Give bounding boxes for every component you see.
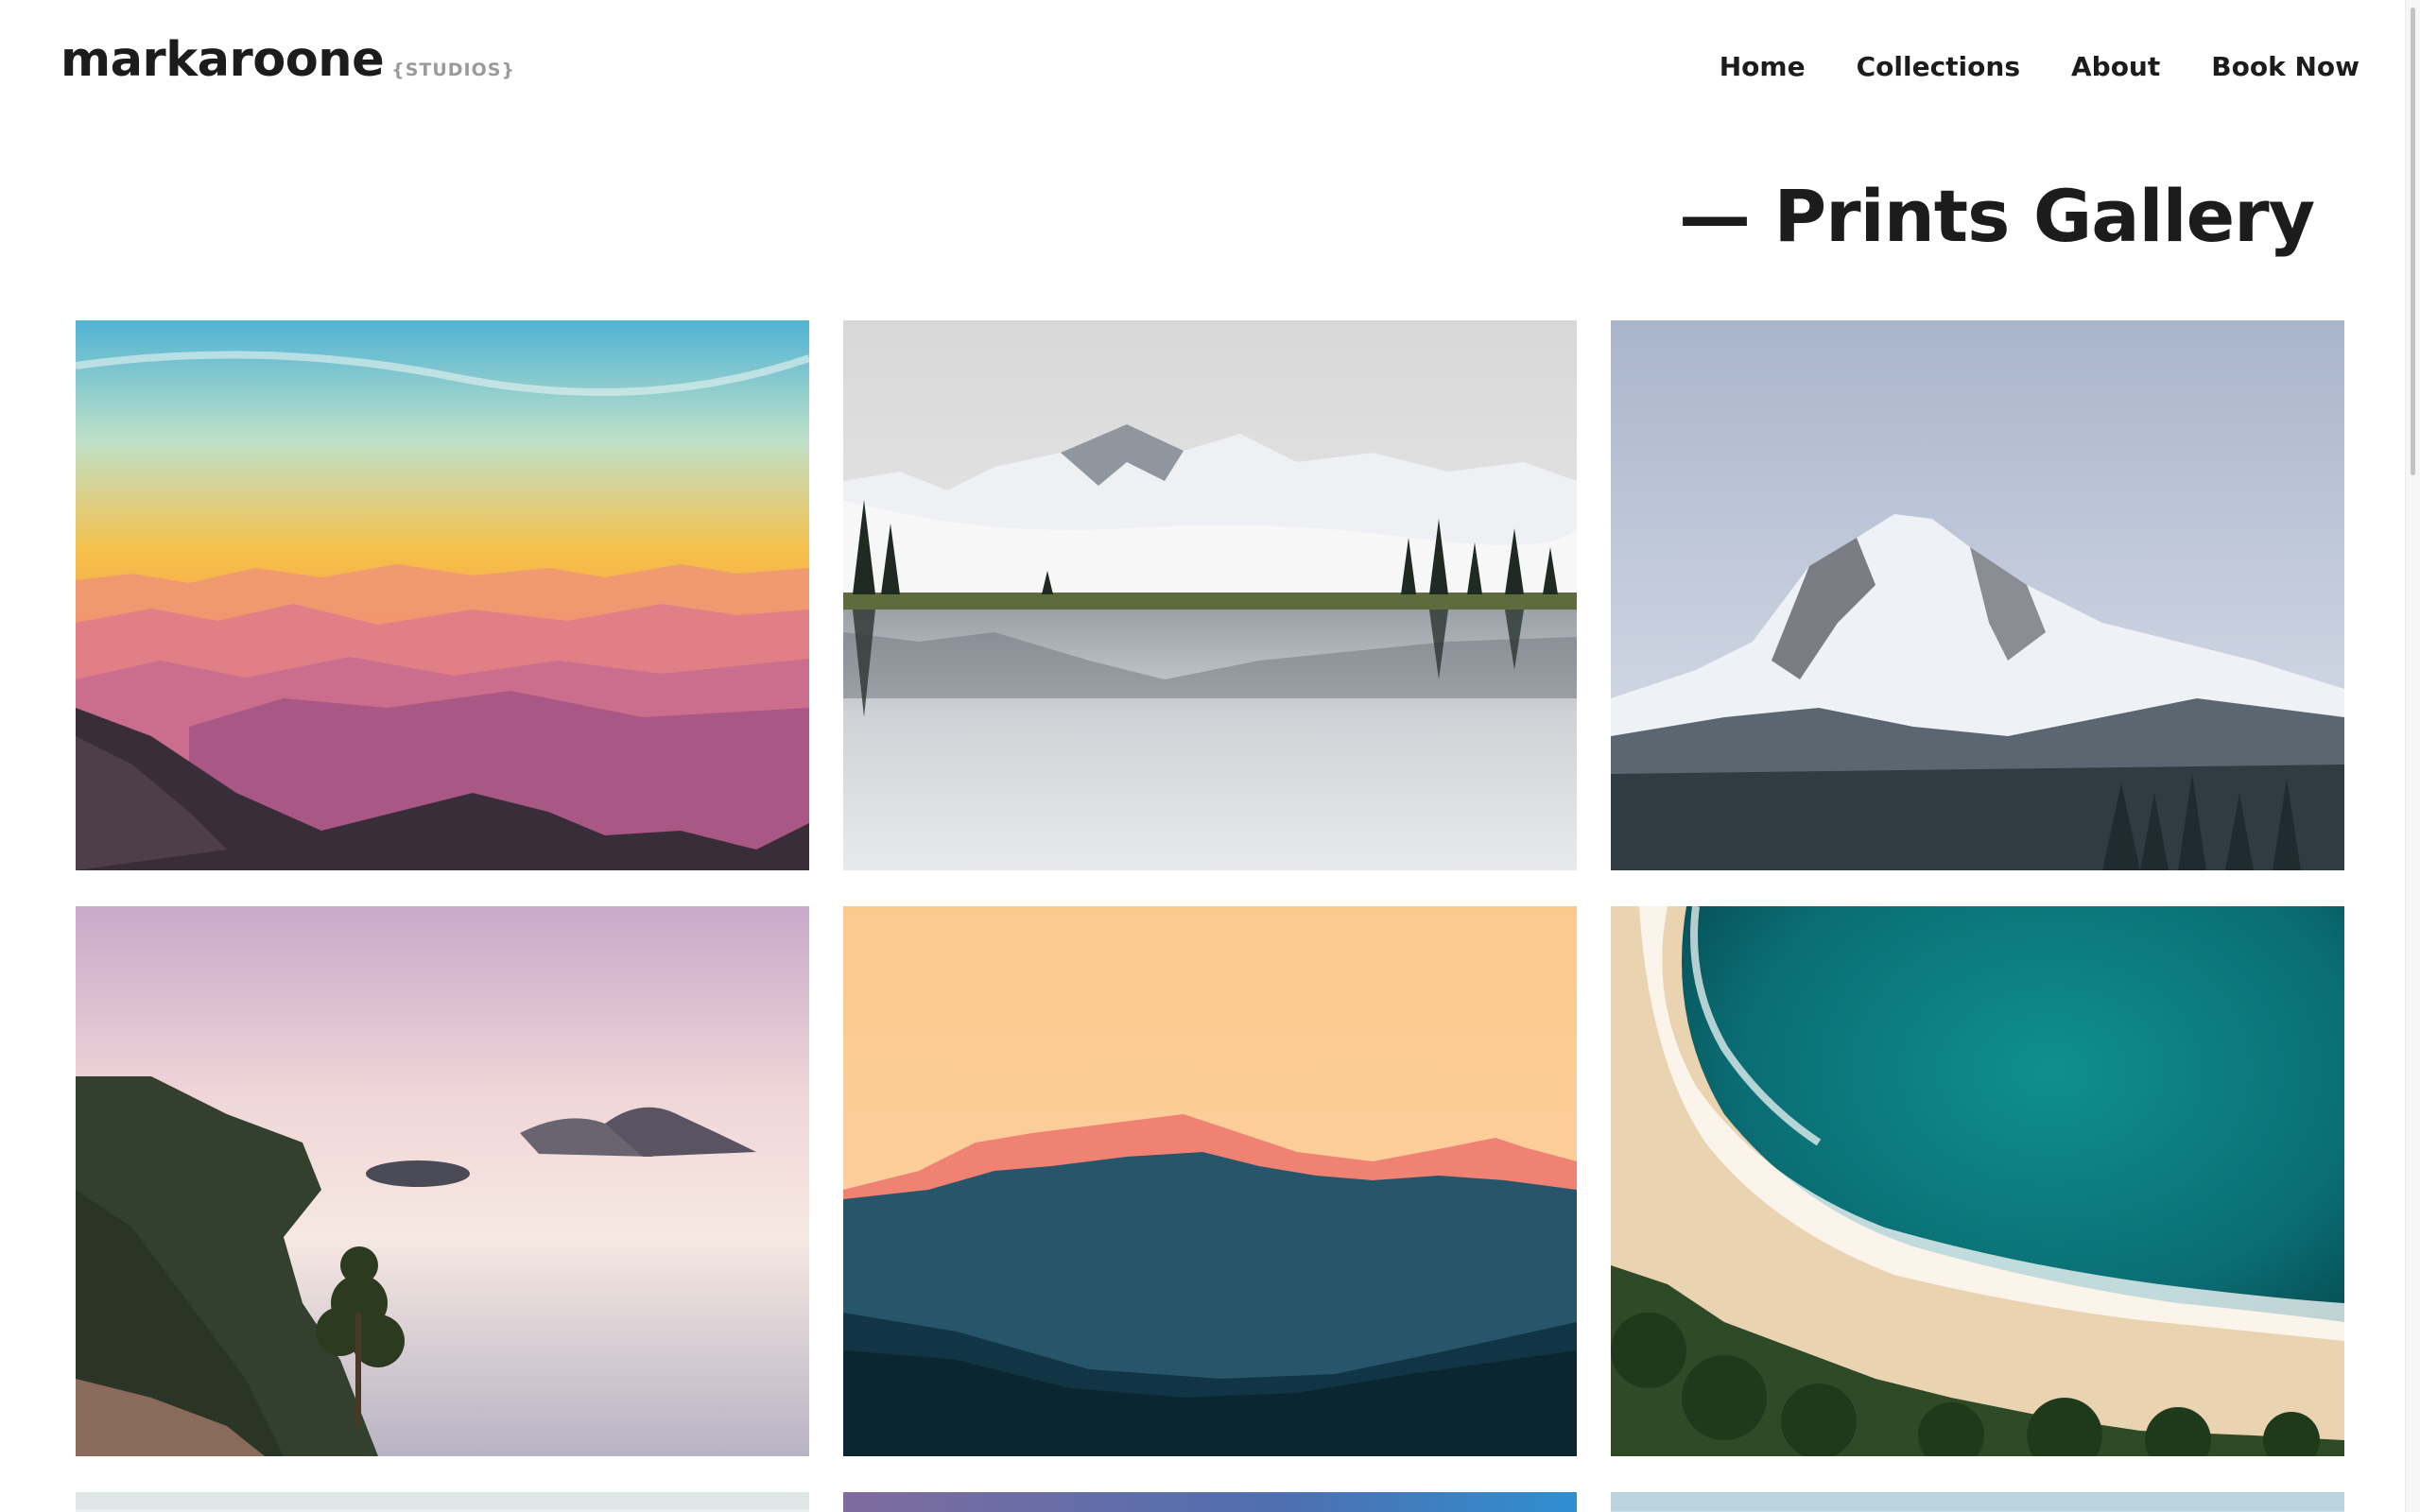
gallery-item-lake-reflection[interactable]: [843, 320, 1577, 870]
gallery-item-9[interactable]: [1611, 1492, 2344, 1512]
nav-link-home[interactable]: Home: [1720, 51, 1806, 82]
coastal-islands-image: [76, 906, 809, 1456]
nav-link-collections[interactable]: Collections: [1857, 51, 2020, 82]
ocean-beach-image: [1611, 906, 2344, 1456]
page-scrollbar[interactable]: [2405, 0, 2420, 1512]
snowy-peak-image: [1611, 320, 2344, 870]
site-header: markaroone {STUDIOS} Home Collections Ab…: [0, 0, 2420, 132]
gallery-item-sunset-mountains[interactable]: [76, 320, 809, 870]
lake-reflection-image: [843, 320, 1577, 870]
partial-image-8: [843, 1492, 1577, 1512]
partial-image-7: [76, 1492, 809, 1512]
gallery-item-7[interactable]: [76, 1492, 809, 1512]
brand-subtitle: {STUDIOS}: [391, 60, 515, 80]
main-nav: Home Collections About Book Now: [1720, 51, 2360, 82]
gallery-item-coastal-islands[interactable]: [76, 906, 809, 1456]
gallery-item-peach-mountain[interactable]: [843, 906, 1577, 1456]
gallery-item-snowy-peak[interactable]: [1611, 320, 2344, 870]
nav-link-about[interactable]: About: [2071, 51, 2160, 82]
gallery-item-8[interactable]: [843, 1492, 1577, 1512]
gallery-item-ocean-beach[interactable]: [1611, 906, 2344, 1456]
page-title: — Prints Gallery: [1679, 174, 2315, 258]
scrollbar-thumb[interactable]: [2411, 8, 2415, 475]
partial-image-9: [1611, 1492, 2344, 1512]
sunset-mountains-image: [76, 320, 809, 870]
peach-mountain-image: [843, 906, 1577, 1456]
brand-logo[interactable]: markaroone {STUDIOS}: [60, 32, 515, 88]
brand-name: markaroone: [60, 32, 385, 88]
nav-link-book-now[interactable]: Book Now: [2211, 51, 2360, 82]
